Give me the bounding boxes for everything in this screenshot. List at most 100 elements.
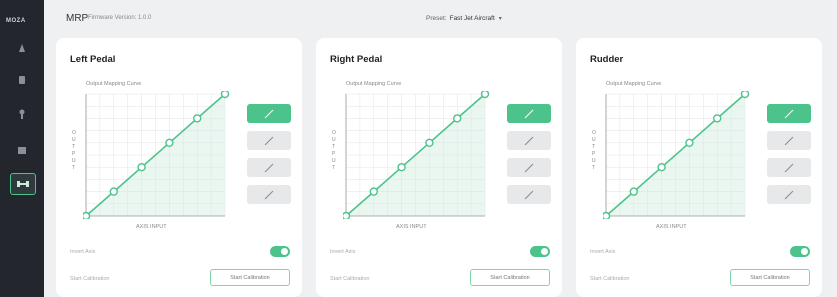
invert-axis-label: Invert Axis (590, 249, 616, 255)
invert-axis-toggle[interactable] (270, 246, 290, 257)
curve-control-point[interactable] (165, 138, 174, 147)
curve-control-point[interactable] (343, 211, 351, 220)
panel-title: Right Pedal (330, 54, 383, 65)
curve-preset-button-2[interactable] (507, 131, 551, 150)
curve-control-point[interactable] (397, 162, 406, 172)
linear-curve-icon (784, 109, 794, 118)
moza-logo: MOZA (6, 18, 26, 24)
curve-svg (603, 91, 750, 220)
preset-dropdown[interactable]: Preset: Fast Jet Aircraft ▾ (426, 15, 502, 22)
y-axis-letter: T (332, 165, 336, 171)
linear-curve-icon (264, 190, 274, 199)
invert-axis-label: Invert Axis (330, 249, 356, 255)
linear-curve-icon (264, 163, 274, 172)
invert-axis-toggle[interactable] (530, 246, 550, 257)
curve-control-point[interactable] (83, 211, 91, 220)
linear-curve-icon (784, 163, 794, 172)
linear-curve-icon (784, 136, 794, 145)
curve-preset-button-3[interactable] (247, 158, 291, 177)
stick-device-icon[interactable] (10, 104, 34, 124)
curve-preset-button-4[interactable] (767, 185, 811, 204)
curve-control-point[interactable] (192, 114, 202, 123)
linear-curve-icon (524, 163, 534, 172)
sidebar: MOZA (0, 0, 44, 297)
curve-control-point[interactable] (109, 187, 118, 196)
curve-svg (343, 91, 490, 220)
curve-preset-button-2[interactable] (767, 131, 811, 150)
curve-control-point[interactable] (603, 211, 611, 220)
y-axis-letter: O (72, 130, 76, 136)
linear-curve-icon (264, 136, 274, 145)
curve-preset-button-2[interactable] (247, 131, 291, 150)
y-axis-label: OUTPUT (332, 130, 336, 171)
curve-control-point[interactable] (425, 138, 434, 147)
y-axis-letter: T (332, 144, 336, 150)
curve-control-point[interactable] (137, 162, 146, 172)
rudder-pedals-icon[interactable] (10, 173, 36, 195)
curve-control-point[interactable] (480, 91, 490, 99)
y-axis-letter: T (72, 144, 76, 150)
curve-title: Output Mapping Curve (606, 81, 662, 87)
y-axis-letter: T (592, 165, 596, 171)
curve-control-point[interactable] (220, 91, 230, 99)
start-calibration-button[interactable]: Start Calibration (210, 269, 290, 286)
curve-preset-button-1[interactable] (507, 104, 551, 123)
chevron-down-icon: ▾ (498, 16, 502, 22)
invert-axis-toggle[interactable] (790, 246, 810, 257)
curve-title: Output Mapping Curve (86, 81, 142, 87)
curve-control-point[interactable] (712, 114, 722, 123)
start-calibration-button[interactable]: Start Calibration (730, 269, 810, 286)
curve-preset-button-3[interactable] (767, 158, 811, 177)
y-axis-letter: T (72, 165, 76, 171)
y-axis-letter: U (332, 158, 336, 164)
curve-preset-button-1[interactable] (247, 104, 291, 123)
curve-control-point[interactable] (740, 91, 750, 99)
right-pedal-panel: Right Pedal Output Mapping Curve OUTPUT … (316, 38, 562, 297)
left-pedal-panel: Left Pedal Output Mapping Curve OUTPUT A… (56, 38, 302, 297)
output-mapping-curve[interactable] (603, 91, 757, 219)
curve-control-point[interactable] (369, 187, 378, 196)
linear-curve-icon (524, 190, 534, 199)
y-axis-letter: T (592, 144, 596, 150)
y-axis-label: OUTPUT (592, 130, 596, 171)
curve-preset-button-4[interactable] (507, 185, 551, 204)
linear-curve-icon (524, 109, 534, 118)
y-axis-label: OUTPUT (72, 130, 76, 171)
start-calibration-button[interactable]: Start Calibration (470, 269, 550, 286)
calibration-label: Start Calibration (590, 276, 630, 282)
preset-value: Fast Jet Aircraft (449, 15, 495, 22)
curve-control-point[interactable] (685, 138, 694, 147)
panel-title: Rudder (590, 54, 624, 65)
x-axis-label: AXIS INPUT (656, 224, 687, 230)
curve-svg (83, 91, 230, 220)
linear-curve-icon (524, 136, 534, 145)
top-bar: MRP Firmware Version: 1.0.0 Preset: Fast … (44, 0, 837, 36)
linear-curve-icon (784, 190, 794, 199)
y-axis-letter: P (332, 151, 336, 157)
throttle-device-icon[interactable] (10, 70, 34, 90)
curve-preset-button-1[interactable] (767, 104, 811, 123)
y-axis-letter: U (592, 158, 596, 164)
calibration-label: Start Calibration (330, 276, 370, 282)
invert-axis-label: Invert Axis (70, 249, 96, 255)
y-axis-letter: U (72, 158, 76, 164)
y-axis-letter: U (332, 137, 336, 143)
curve-preset-button-4[interactable] (247, 185, 291, 204)
y-axis-letter: P (592, 151, 596, 157)
y-axis-letter: O (332, 130, 336, 136)
y-axis-letter: P (72, 151, 76, 157)
x-axis-label: AXIS INPUT (136, 224, 167, 230)
y-axis-letter: U (592, 137, 596, 143)
curve-control-point[interactable] (452, 114, 462, 123)
y-axis-letter: O (592, 130, 596, 136)
x-axis-label: AXIS INPUT (396, 224, 427, 230)
curve-control-point[interactable] (657, 162, 666, 172)
joystick-base-icon[interactable] (10, 140, 34, 160)
panel-title: Left Pedal (70, 54, 116, 65)
pedal-device-icon[interactable] (10, 38, 34, 58)
output-mapping-curve[interactable] (343, 91, 497, 219)
y-axis-letter: U (72, 137, 76, 143)
output-mapping-curve[interactable] (83, 91, 237, 219)
curve-preset-button-3[interactable] (507, 158, 551, 177)
curve-control-point[interactable] (629, 187, 638, 196)
